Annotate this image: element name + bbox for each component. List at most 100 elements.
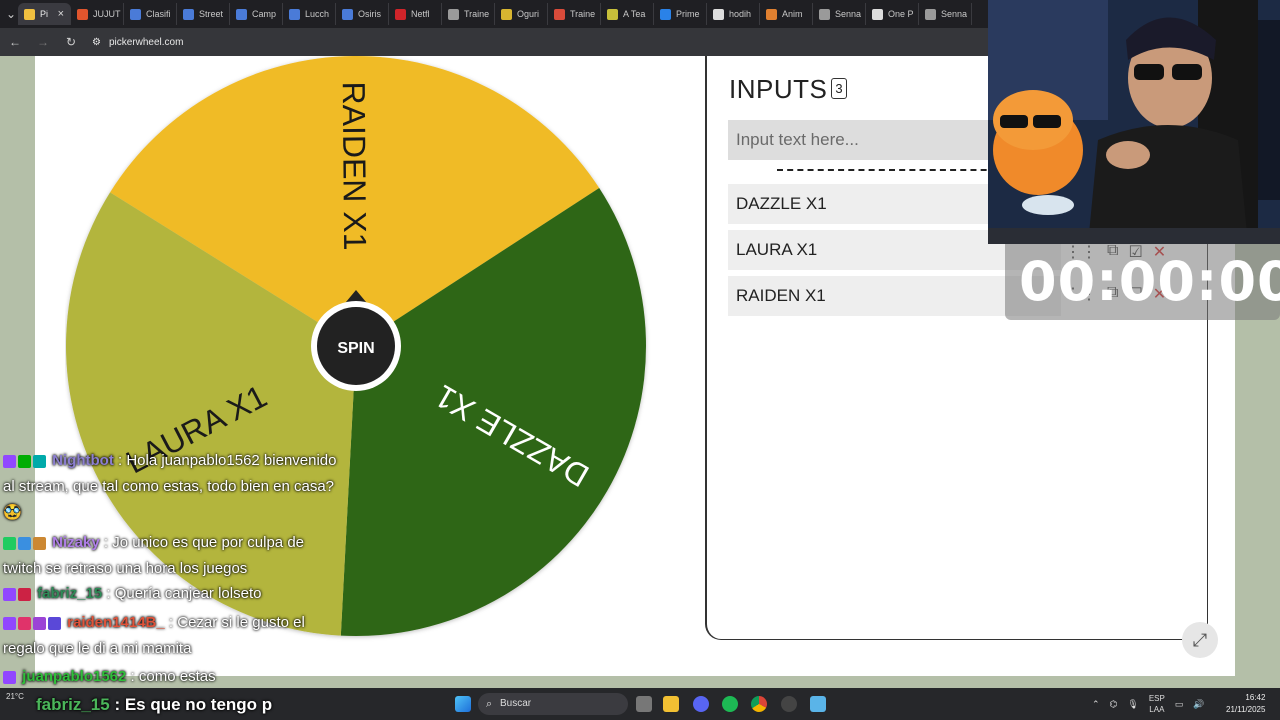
tab-title: Traine [570,9,596,19]
tab-favicon-icon [24,8,35,20]
inputs-title: INPUTS [729,74,828,104]
reload-icon[interactable]: ↻ [64,35,78,49]
chat-badge-icon [48,616,61,630]
inputs-count-badge: 3 [831,77,848,99]
mic-icon[interactable]: 🎙 [1127,699,1138,710]
language-indicator[interactable]: ESP LAA [1149,693,1165,715]
chat-username: juanpablo1562 [18,668,127,685]
tab-favicon-icon [395,8,406,20]
clock-time: 16:42 [1245,693,1266,702]
browser-tab[interactable]: Prime [654,3,707,25]
tab-title: Street [199,9,224,19]
browser-tab[interactable]: Senna [813,3,866,25]
chat-bottom-message: fabriz_15 : Es que no tengo p [36,695,273,714]
network-icon[interactable]: ⌬ [1110,699,1118,710]
browser-tab[interactable]: Netfl [389,3,442,25]
browser-tab[interactable]: Traine [548,3,601,25]
chat-message: Nightbot : Hola juanpablo1562 bienvenido… [3,448,343,526]
chat-badge-icon [33,454,46,468]
volume-icon[interactable]: 🔊 [1193,699,1204,710]
tab-favicon-icon [819,8,830,20]
search-icon: ⌕ [486,698,493,710]
spotify-icon[interactable] [722,696,738,712]
tab-favicon-icon [77,8,88,20]
tab-title: Traine [464,9,490,19]
browser-tab[interactable]: Anim [760,3,813,25]
lang-top: ESP [1148,694,1165,703]
webcam-overlay [988,0,1280,244]
chrome-icon[interactable] [751,696,767,712]
input-text-field[interactable] [728,120,1028,160]
taskbar-search[interactable]: ⌕ Buscar [478,693,628,715]
fullscreen-button[interactable]: ⤢ [1182,622,1218,658]
browser-tab[interactable]: JUJUT [71,3,124,25]
browser-tab[interactable]: Street [177,3,230,25]
task-view-icon[interactable] [636,696,652,712]
tab-favicon-icon [501,8,512,20]
chat-badge-icon [3,670,16,684]
tab-title: Pi [40,9,49,19]
system-clock[interactable]: 16:42 21/11/2025 [1226,692,1265,716]
forward-icon[interactable]: → [36,35,50,49]
tab-title: Clasifi [146,9,171,19]
chat-username: fabriz_15 [33,585,103,602]
discord-icon[interactable] [693,696,709,712]
chat-text: : como estas [126,668,216,685]
browser-tab[interactable]: Camp [230,3,283,25]
notepad-icon[interactable] [810,696,826,712]
browser-tab[interactable]: Oguri [495,3,548,25]
tab-favicon-icon [236,8,247,20]
tab-title: Osiris [358,9,381,19]
url-text: pickerwheel.com [108,36,184,48]
chat-message: raiden1414B_ : Cezar si le gusto el rega… [3,610,343,662]
file-explorer-icon[interactable] [663,696,679,712]
tab-favicon-icon [607,8,618,20]
tab-favicon-icon [448,8,459,20]
chat-badge-icon [33,536,46,550]
chat-message: juanpablo1562 : como estas [3,664,343,690]
tab-favicon-icon [713,8,724,20]
obs-icon[interactable] [781,696,797,712]
tab-title: JUJUT [93,9,121,19]
lang-bottom: LAA [1149,705,1165,714]
chat-message: fabriz_15 : Quería canjear lolseto [3,581,343,607]
site-info-icon[interactable]: ⚙ [92,37,101,48]
browser-tab[interactable]: Pi × [18,3,71,25]
divider [777,169,1007,171]
tab-close-icon[interactable]: × [58,8,64,20]
timer-overlay: 00:00:00 [1005,244,1280,320]
browser-tab[interactable]: Clasifi [124,3,177,25]
tab-favicon-icon [766,8,777,20]
browser-tab[interactable]: A Tea [601,3,654,25]
chat-username: Nightbot [48,452,114,469]
tab-favicon-icon [130,8,141,20]
timer-display: 00:00:00 [1019,250,1280,313]
tab-search-icon[interactable]: ⌄ [4,7,18,21]
chat-bottom-user: fabriz_15 [36,695,110,714]
browser-tab[interactable]: Osiris [336,3,389,25]
tab-favicon-icon [872,8,883,20]
tab-favicon-icon [289,8,300,20]
url-field[interactable]: ⚙ pickerwheel.com [92,37,183,48]
tab-favicon-icon [183,8,194,20]
tab-favicon-icon [925,8,936,20]
tray-chevron-icon[interactable]: ⌃ [1092,699,1100,710]
chat-badge-icon [3,587,16,601]
windows-start-icon[interactable] [455,696,471,712]
browser-tab[interactable]: hodih [707,3,760,25]
browser-tab[interactable]: Traine [442,3,495,25]
monitor-icon[interactable]: ▭ [1175,699,1184,710]
browser-tab[interactable]: Senna [919,3,972,25]
inputs-heading: INPUTS 3 [729,74,848,105]
browser-tab[interactable]: One P [866,3,919,25]
chat-badge-icon [33,616,46,630]
tab-title: Oguri [517,9,540,19]
chat-badge-icon [18,454,31,468]
system-tray: ⌃ ⌬ 🎙 ESP LAA ▭ 🔊 [1092,688,1205,720]
wheel-label-raiden: RAIDEN X1 [336,81,373,250]
tab-title: Netfl [411,9,430,19]
back-icon[interactable]: ← [8,35,22,49]
chat-username: raiden1414B_ [63,614,165,631]
tab-title: One P [888,9,914,19]
browser-tab[interactable]: Lucch [283,3,336,25]
